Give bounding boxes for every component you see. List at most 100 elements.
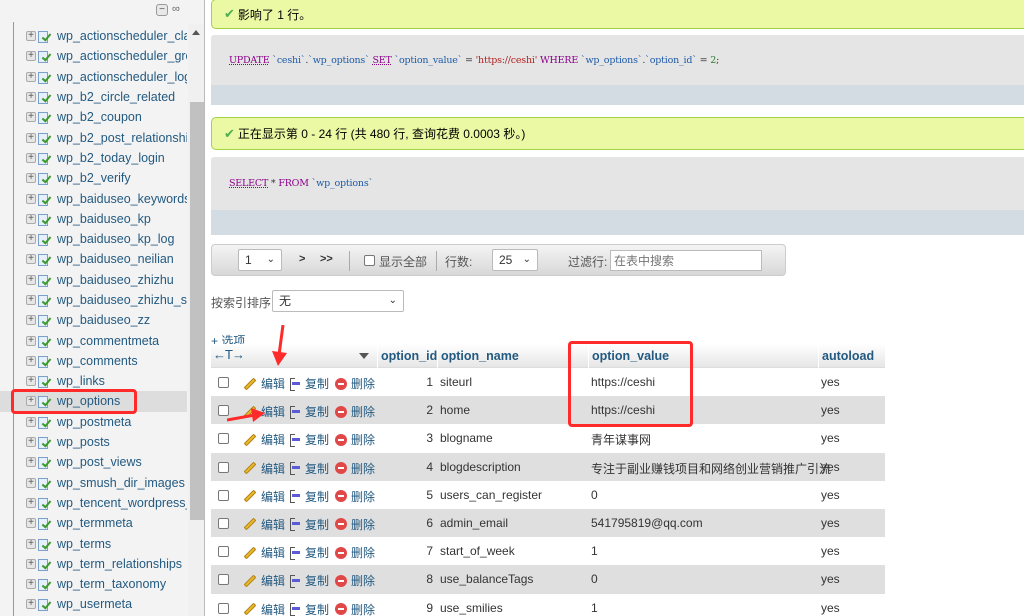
table-icon[interactable] [38,30,52,44]
edit-row-button[interactable]: 编辑 [243,601,285,616]
edit-label[interactable]: 编辑 [261,431,285,448]
table-name-link[interactable]: wp_baiduseo_zhizhu_su [57,293,187,307]
edit-row-button[interactable]: 编辑 [243,488,285,505]
copy-label[interactable]: 复制 [305,572,329,589]
row-checkbox[interactable] [218,461,229,473]
sidebar-table-item[interactable]: + wp_actionscheduler_log [0,67,187,87]
scrollbar-thumb[interactable] [190,102,204,520]
delete-label[interactable]: 删除 [351,460,375,477]
table-icon[interactable] [38,395,52,409]
table-name-link[interactable]: wp_baiduseo_zhizhu [57,273,174,287]
expand-icon[interactable]: + [26,71,36,82]
expand-icon[interactable]: + [26,213,36,224]
table-name-link[interactable]: wp_actionscheduler_clai [57,29,187,43]
delete-row-button[interactable]: 删除 [335,544,375,561]
sidebar-table-item[interactable]: + wp_termmeta [0,513,187,533]
expand-icon[interactable]: + [26,497,36,508]
table-name-link[interactable]: wp_baiduseo_kp [57,212,151,226]
row-checkbox[interactable] [218,433,229,445]
table-icon[interactable] [38,71,52,84]
sql-keyword[interactable]: SELECT [229,178,268,189]
delete-row-button[interactable]: 删除 [335,403,375,420]
delete-row-button[interactable]: 删除 [335,572,375,589]
table-name-link[interactable]: wp_options [57,394,120,408]
expand-icon[interactable]: + [26,355,36,366]
edit-row-button[interactable]: 编辑 [243,431,285,448]
row-checkbox[interactable] [218,546,229,558]
table-name-link[interactable]: wp_links [57,374,105,388]
filter-rows-input[interactable] [610,250,762,271]
show-all-label[interactable]: 显示全部 [379,253,427,270]
expand-icon[interactable]: + [26,416,36,427]
delete-label[interactable]: 删除 [351,572,375,589]
sidebar-scrollbar[interactable] [188,24,204,616]
sort-by-index-select[interactable]: 无 ⌄ [272,290,404,312]
delete-label[interactable]: 删除 [351,601,375,616]
expand-icon[interactable]: + [26,92,36,103]
page-select[interactable]: 1 ⌄ [238,249,282,271]
copy-row-button[interactable]: 复制 [289,460,329,477]
sidebar-table-item[interactable]: + wp_baiduseo_kp_log [0,229,187,249]
table-name-link[interactable]: wp_actionscheduler_log [57,70,187,84]
edit-label[interactable]: 编辑 [261,488,285,505]
table-icon[interactable] [38,538,52,551]
delete-row-button[interactable]: 删除 [335,431,375,448]
row-checkbox[interactable] [218,489,229,501]
sidebar-table-item[interactable]: + wp_baiduseo_neilian [0,249,187,269]
sidebar-table-item[interactable]: + wp_actionscheduler_clai [0,26,187,46]
expand-icon[interactable]: + [26,335,36,346]
expand-icon[interactable]: + [26,437,36,448]
sidebar-table-item[interactable]: + wp_terms [0,533,187,553]
copy-label[interactable]: 复制 [305,431,329,448]
table-icon[interactable] [38,375,52,389]
table-icon[interactable] [38,111,52,125]
copy-row-button[interactable]: 复制 [289,544,329,561]
delete-row-button[interactable]: 删除 [335,516,375,533]
table-icon[interactable] [38,193,52,206]
table-name-link[interactable]: wp_smush_dir_images [57,476,185,490]
copy-label[interactable]: 复制 [305,375,329,392]
table-icon[interactable] [38,152,52,165]
table-icon[interactable] [38,558,52,571]
expand-icon[interactable]: + [26,31,36,42]
link-with-main-icon[interactable]: ∞ [172,3,180,15]
sidebar-table-item[interactable]: + wp_options [0,391,187,412]
table-name-link[interactable]: wp_postmeta [57,415,131,429]
sidebar-table-item[interactable]: + wp_b2_coupon [0,107,187,127]
table-name-link[interactable]: wp_b2_circle_related [57,90,175,104]
table-name-link[interactable]: wp_b2_verify [57,171,131,185]
table-icon[interactable] [38,132,52,145]
copy-row-button[interactable]: 复制 [289,431,329,448]
expand-icon[interactable]: + [26,558,36,569]
expand-icon[interactable]: + [26,376,36,387]
sidebar-table-item[interactable]: + wp_baiduseo_zz [0,310,187,330]
table-name-link[interactable]: wp_baiduseo_kp_log [57,232,174,246]
table-icon[interactable] [38,213,52,226]
table-name-link[interactable]: wp_usermeta [57,597,132,611]
expand-icon[interactable]: + [26,173,36,184]
column-header-option-value[interactable]: option_value [588,344,669,368]
delete-row-button[interactable]: 删除 [335,488,375,505]
sidebar-table-item[interactable]: + wp_commentmeta [0,330,187,350]
table-icon[interactable] [38,477,52,490]
sidebar-table-item[interactable]: + wp_b2_verify [0,168,187,188]
row-checkbox[interactable] [218,517,229,529]
table-name-link[interactable]: wp_post_views [57,455,142,469]
sidebar-table-item[interactable]: + wp_actionscheduler_gro [0,46,187,66]
table-icon[interactable] [38,335,52,348]
collapse-all-button[interactable]: − [156,4,168,16]
table-icon[interactable] [38,416,52,429]
table-icon[interactable] [38,436,52,450]
expand-icon[interactable]: + [26,193,36,204]
table-name-link[interactable]: wp_term_taxonomy [57,577,166,591]
copy-row-button[interactable]: 复制 [289,572,329,589]
row-checkbox[interactable] [218,602,229,614]
copy-row-button[interactable]: 复制 [289,601,329,616]
table-name-link[interactable]: wp_commentmeta [57,334,159,348]
sidebar-table-item[interactable]: + wp_b2_post_relationship [0,127,187,147]
expand-icon[interactable]: + [26,295,36,305]
edit-row-button[interactable]: 编辑 [243,516,285,533]
expand-icon[interactable]: + [26,396,36,407]
table-name-link[interactable]: wp_b2_coupon [57,110,142,124]
table-name-link[interactable]: wp_terms [57,537,111,551]
